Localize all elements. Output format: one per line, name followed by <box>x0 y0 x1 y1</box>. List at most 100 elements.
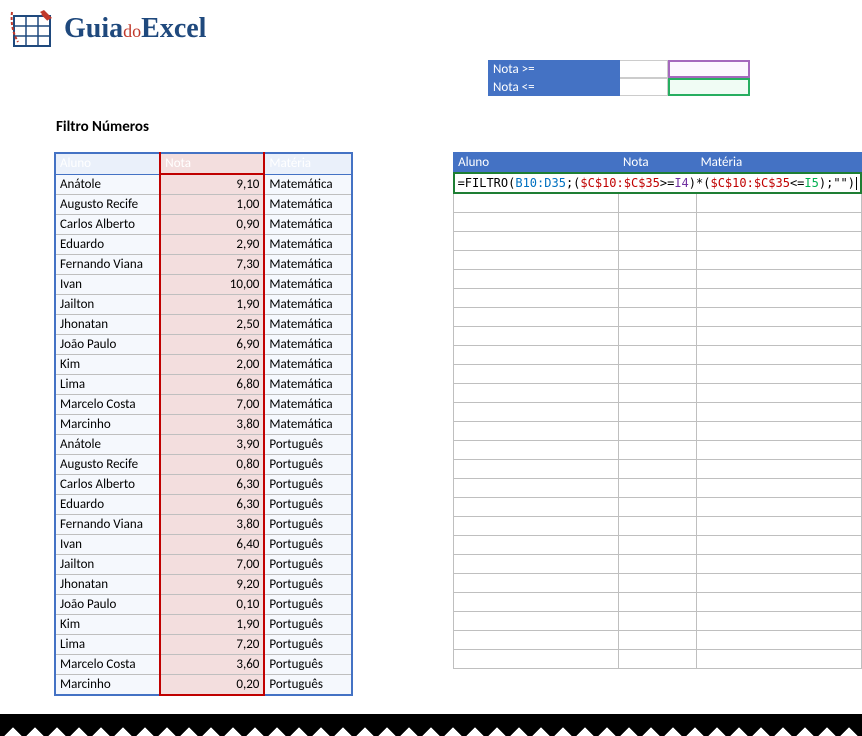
empty-cell[interactable] <box>618 402 696 421</box>
empty-cell[interactable] <box>454 269 619 288</box>
empty-cell[interactable] <box>618 516 696 535</box>
empty-cell[interactable] <box>618 364 696 383</box>
cell-aluno[interactable]: Marcinho <box>55 675 160 696</box>
empty-cell[interactable] <box>696 516 861 535</box>
table-row[interactable] <box>454 402 861 421</box>
cell-materia[interactable]: Matemática <box>264 415 351 435</box>
empty-cell[interactable] <box>454 345 619 364</box>
table-row[interactable]: Jailton7,00Português <box>55 555 352 575</box>
empty-cell[interactable] <box>454 307 619 326</box>
empty-cell[interactable] <box>454 459 619 478</box>
empty-cell[interactable] <box>696 193 861 212</box>
cell-nota[interactable]: 0,80 <box>160 455 264 475</box>
empty-cell[interactable] <box>696 402 861 421</box>
cell-materia[interactable]: Português <box>264 655 351 675</box>
cell-materia[interactable]: Matemática <box>264 275 351 295</box>
table-row[interactable] <box>454 250 861 269</box>
empty-cell[interactable] <box>696 250 861 269</box>
cell-materia[interactable]: Português <box>264 455 351 475</box>
table-row[interactable] <box>454 554 861 573</box>
cell-nota[interactable]: 7,00 <box>160 395 264 415</box>
table-row[interactable]: Lima6,80Matemática <box>55 375 352 395</box>
empty-cell[interactable] <box>618 383 696 402</box>
table-row[interactable] <box>454 592 861 611</box>
table-row[interactable] <box>454 364 861 383</box>
empty-cell[interactable] <box>696 478 861 497</box>
cell-aluno[interactable]: Augusto Recife <box>55 455 160 475</box>
cell-materia[interactable]: Matemática <box>264 335 351 355</box>
empty-cell[interactable] <box>454 478 619 497</box>
cell-nota[interactable]: 2,00 <box>160 355 264 375</box>
cell-aluno[interactable]: Anátole <box>55 435 160 455</box>
cell-nota[interactable]: 6,80 <box>160 375 264 395</box>
cell-aluno[interactable]: Marcelo Costa <box>55 655 160 675</box>
table-row[interactable]: Jailton1,90Matemática <box>55 295 352 315</box>
cell-nota[interactable]: 7,00 <box>160 555 264 575</box>
empty-cell[interactable] <box>618 326 696 345</box>
cell-materia[interactable]: Português <box>264 435 351 455</box>
cell-aluno[interactable]: Fernando Viana <box>55 255 160 275</box>
cell-aluno[interactable]: João Paulo <box>55 595 160 615</box>
table-row[interactable] <box>454 630 861 649</box>
table-row[interactable] <box>454 193 861 212</box>
formula-cell-row[interactable]: =FILTRO(B10:D35;($C$10:$C$35>=I4)*($C$10… <box>454 173 861 193</box>
empty-cell[interactable] <box>696 611 861 630</box>
empty-cell[interactable] <box>454 383 619 402</box>
cell-materia[interactable]: Português <box>264 475 351 495</box>
empty-cell[interactable] <box>696 288 861 307</box>
empty-cell[interactable] <box>696 592 861 611</box>
table-row[interactable] <box>454 326 861 345</box>
cell-nota[interactable]: 3,90 <box>160 435 264 455</box>
cell-materia[interactable]: Matemática <box>264 195 351 215</box>
cell-materia[interactable]: Português <box>264 535 351 555</box>
empty-cell[interactable] <box>618 497 696 516</box>
table-row[interactable]: Ivan10,00Matemática <box>55 275 352 295</box>
empty-cell[interactable] <box>454 611 619 630</box>
cell-nota[interactable]: 1,90 <box>160 295 264 315</box>
cell-nota[interactable]: 6,30 <box>160 475 264 495</box>
table-row[interactable]: Jhonatan2,50Matemática <box>55 315 352 335</box>
empty-cell[interactable] <box>618 345 696 364</box>
empty-cell[interactable] <box>696 364 861 383</box>
table-row[interactable] <box>454 231 861 250</box>
cell-aluno[interactable]: Eduardo <box>55 235 160 255</box>
empty-cell[interactable] <box>696 554 861 573</box>
empty-cell[interactable] <box>618 535 696 554</box>
empty-cell[interactable] <box>696 307 861 326</box>
cell-materia[interactable]: Português <box>264 575 351 595</box>
empty-cell[interactable] <box>618 288 696 307</box>
cell-aluno[interactable]: Marcinho <box>55 415 160 435</box>
table-row[interactable] <box>454 212 861 231</box>
cell-nota[interactable]: 10,00 <box>160 275 264 295</box>
cell-materia[interactable]: Matemática <box>264 355 351 375</box>
cell-nota[interactable]: 0,20 <box>160 675 264 696</box>
empty-cell[interactable] <box>696 459 861 478</box>
cell-nota[interactable]: 2,50 <box>160 315 264 335</box>
table-row[interactable] <box>454 516 861 535</box>
cell-materia[interactable]: Português <box>264 675 351 696</box>
formula-cell[interactable]: =FILTRO(B10:D35;($C$10:$C$35>=I4)*($C$10… <box>454 173 861 193</box>
table-row[interactable] <box>454 307 861 326</box>
empty-cell[interactable] <box>618 649 696 668</box>
table-row[interactable]: Marcelo Costa7,00Matemática <box>55 395 352 415</box>
nota-gte-input[interactable] <box>668 60 750 78</box>
cell-nota[interactable]: 0,90 <box>160 215 264 235</box>
cell-nota[interactable]: 3,80 <box>160 515 264 535</box>
table-row[interactable] <box>454 383 861 402</box>
empty-cell[interactable] <box>454 535 619 554</box>
cell-materia[interactable]: Matemática <box>264 255 351 275</box>
cell-materia[interactable]: Português <box>264 595 351 615</box>
cell-nota[interactable]: 2,90 <box>160 235 264 255</box>
table-row[interactable]: João Paulo6,90Matemática <box>55 335 352 355</box>
cell-aluno[interactable]: Jhonatan <box>55 315 160 335</box>
empty-cell[interactable] <box>454 421 619 440</box>
cell-nota[interactable]: 6,40 <box>160 535 264 555</box>
table-row[interactable]: Lima7,20Português <box>55 635 352 655</box>
table-row[interactable]: Jhonatan9,20Português <box>55 575 352 595</box>
cell-aluno[interactable]: Jhonatan <box>55 575 160 595</box>
empty-cell[interactable] <box>618 592 696 611</box>
cell-nota[interactable]: 3,60 <box>160 655 264 675</box>
table-row[interactable]: Fernando Viana7,30Matemática <box>55 255 352 275</box>
cell-aluno[interactable]: Lima <box>55 375 160 395</box>
cell-aluno[interactable]: Fernando Viana <box>55 515 160 535</box>
